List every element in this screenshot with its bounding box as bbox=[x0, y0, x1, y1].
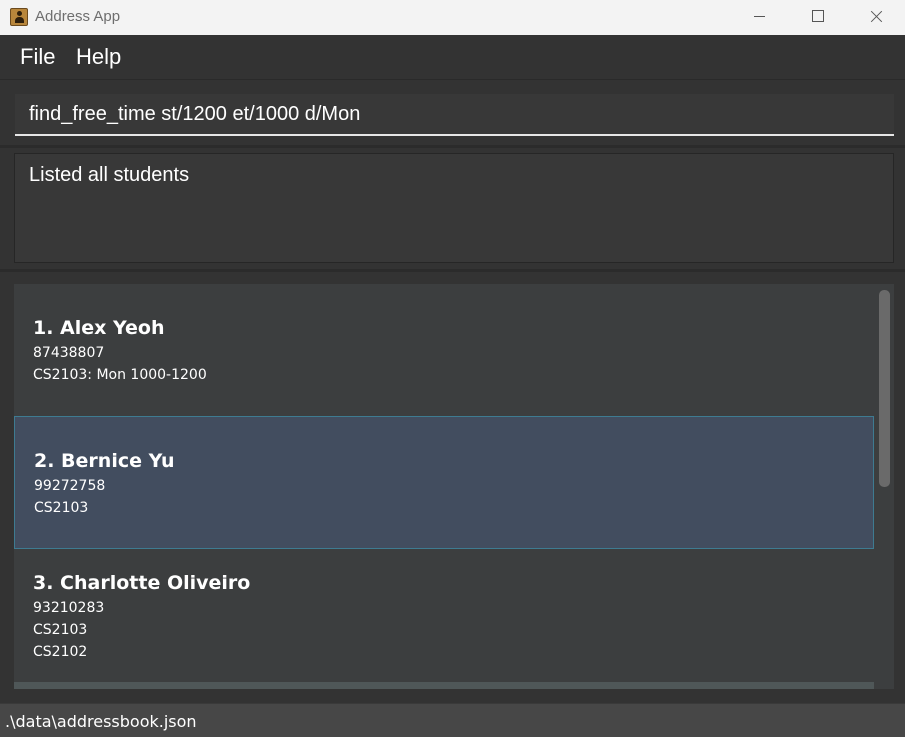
person-module: CS2103 bbox=[33, 622, 88, 638]
command-box bbox=[0, 81, 905, 145]
menu-file[interactable]: File bbox=[20, 44, 55, 70]
status-bar: .\data\addressbook.json bbox=[0, 703, 905, 737]
person-card-selected[interactable]: 2. Bernice Yu 99272758 CS2103 bbox=[14, 416, 874, 549]
save-location: .\data\addressbook.json bbox=[5, 712, 197, 731]
maximize-icon[interactable] bbox=[795, 0, 841, 35]
person-name: 3. Charlotte Oliveiro bbox=[33, 572, 251, 594]
menu-bar: File Help bbox=[0, 35, 905, 80]
address-book-icon bbox=[10, 8, 28, 26]
minimize-icon[interactable] bbox=[736, 0, 782, 35]
scrollbar-thumb[interactable] bbox=[879, 290, 890, 487]
result-message: Listed all students bbox=[29, 164, 190, 186]
person-name: 1. Alex Yeoh bbox=[33, 317, 165, 339]
person-module: CS2102 bbox=[33, 644, 88, 660]
person-phone: 87438807 bbox=[33, 345, 105, 361]
next-card-edge bbox=[14, 682, 874, 689]
app-window: Address App File Help Listed all student… bbox=[0, 0, 905, 737]
title-bar[interactable]: Address App bbox=[0, 0, 905, 35]
person-module: CS2103: Mon 1000-1200 bbox=[33, 367, 207, 383]
close-icon[interactable] bbox=[854, 0, 900, 35]
person-card[interactable]: 1. Alex Yeoh 87438807 CS2103: Mon 1000-1… bbox=[14, 284, 874, 417]
result-display[interactable]: Listed all students bbox=[14, 153, 894, 263]
menu-help[interactable]: Help bbox=[76, 44, 121, 70]
command-input[interactable] bbox=[15, 94, 894, 136]
person-card[interactable]: 3. Charlotte Oliveiro 93210283 CS2103 CS… bbox=[14, 550, 874, 689]
window-title: Address App bbox=[35, 8, 121, 25]
person-name: 2. Bernice Yu bbox=[34, 450, 175, 472]
person-phone: 93210283 bbox=[33, 600, 105, 616]
person-list[interactable]: 1. Alex Yeoh 87438807 CS2103: Mon 1000-1… bbox=[14, 284, 894, 689]
person-phone: 99272758 bbox=[34, 478, 106, 494]
result-display-area: Listed all students bbox=[0, 148, 905, 269]
person-list-panel: 1. Alex Yeoh 87438807 CS2103: Mon 1000-1… bbox=[0, 272, 905, 701]
person-module: CS2103 bbox=[34, 500, 89, 516]
